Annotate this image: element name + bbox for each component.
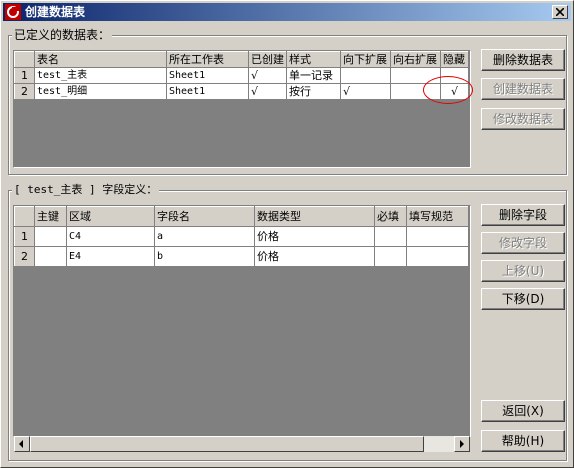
field-name-cell[interactable]: b [154, 246, 255, 267]
table-header-row: 表名 所在工作表 已创建 样式 向下扩展 向右扩展 隐藏 [14, 51, 469, 68]
rule-cell[interactable] [406, 226, 469, 247]
highlight-circle [423, 76, 473, 104]
column-header[interactable]: 填写规范 [406, 206, 469, 227]
expand-down-cell[interactable]: √ [340, 83, 391, 100]
data-type-cell[interactable]: 价格 [254, 226, 375, 247]
row-number[interactable]: 1 [14, 67, 35, 84]
corner-cell [14, 51, 35, 68]
arrow-left-icon [19, 440, 23, 448]
modify-table-button[interactable]: 修改数据表 [481, 108, 565, 130]
column-header[interactable]: 字段名 [154, 206, 255, 227]
help-button[interactable]: 帮助(H) [481, 430, 565, 452]
arrow-right-icon [460, 440, 464, 448]
column-header[interactable]: 表名 [34, 51, 167, 68]
column-header[interactable]: 已创建 [248, 51, 287, 68]
close-button[interactable] [552, 5, 568, 19]
horizontal-scrollbar[interactable] [14, 436, 470, 452]
scroll-right-button[interactable] [454, 436, 470, 452]
expand-down-cell[interactable] [340, 67, 391, 84]
row-number[interactable]: 1 [14, 226, 35, 247]
scroll-left-button[interactable] [14, 436, 30, 452]
created-cell[interactable]: √ [248, 67, 287, 84]
dialog-window: 创建数据表 已定义的数据表： 表名 所在工作表 已创建 样式 向下扩展 向右扩展… [0, 0, 574, 468]
back-button[interactable]: 返回(X) [481, 400, 565, 422]
column-header[interactable]: 区域 [66, 206, 155, 227]
area-cell[interactable]: E4 [66, 246, 155, 267]
column-header[interactable]: 隐藏 [440, 51, 469, 68]
field-name-cell[interactable]: a [154, 226, 255, 247]
created-cell[interactable]: √ [248, 83, 287, 100]
table-row[interactable]: 2 E4 b 价格 [14, 246, 469, 267]
table-header-row: 主键 区域 字段名 数据类型 必填 填写规范 [14, 206, 469, 227]
data-type-cell[interactable]: 价格 [254, 246, 375, 267]
table-name-cell[interactable]: test_明细 [34, 83, 167, 100]
table-row[interactable]: 1 test_主表 Sheet1 √ 单一记录 [14, 67, 469, 84]
row-number[interactable]: 2 [14, 83, 35, 100]
row-number[interactable]: 2 [14, 246, 35, 267]
fields-table: 主键 区域 字段名 数据类型 必填 填写规范 1 C4 a 价格 2 E4 b [14, 206, 469, 267]
table-row[interactable]: 1 C4 a 价格 [14, 226, 469, 247]
delete-table-button[interactable]: 删除数据表 [481, 49, 565, 71]
sheet-cell[interactable]: Sheet1 [166, 67, 249, 84]
modify-field-button[interactable]: 修改字段 [481, 232, 565, 254]
fields-grid[interactable]: 主键 区域 字段名 数据类型 必填 填写规范 1 C4 a 价格 2 E4 b [13, 205, 471, 437]
sheet-cell[interactable]: Sheet1 [166, 83, 249, 100]
required-cell[interactable] [374, 226, 407, 247]
table-name-cell[interactable]: test_主表 [34, 67, 167, 84]
move-up-button[interactable]: 上移(U) [481, 260, 565, 282]
pk-cell[interactable] [34, 246, 67, 267]
delete-field-button[interactable]: 删除字段 [481, 204, 565, 226]
corner-cell [14, 206, 35, 227]
column-header[interactable]: 向右扩展 [390, 51, 441, 68]
rule-cell[interactable] [406, 246, 469, 267]
scroll-thumb[interactable] [30, 436, 424, 452]
move-down-button[interactable]: 下移(D) [481, 288, 565, 310]
window-title: 创建数据表 [25, 5, 86, 19]
style-cell[interactable]: 单一记录 [286, 67, 341, 84]
defined-tables-grid[interactable]: 表名 所在工作表 已创建 样式 向下扩展 向右扩展 隐藏 1 test_主表 S… [13, 50, 471, 168]
column-header[interactable]: 向下扩展 [340, 51, 391, 68]
pk-cell[interactable] [34, 226, 67, 247]
create-table-button[interactable]: 创建数据表 [481, 78, 565, 100]
table-row[interactable]: 2 test_明细 Sheet1 √ 按行 √ √ [14, 83, 469, 100]
column-header[interactable]: 必填 [374, 206, 407, 227]
column-header[interactable]: 主键 [34, 206, 67, 227]
column-header[interactable]: 样式 [286, 51, 341, 68]
style-cell[interactable]: 按行 [286, 83, 341, 100]
defined-tables-table: 表名 所在工作表 已创建 样式 向下扩展 向右扩展 隐藏 1 test_主表 S… [14, 51, 469, 100]
fields-label: [ test_主表 ] 字段定义： [12, 183, 160, 197]
area-cell[interactable]: C4 [66, 226, 155, 247]
column-header[interactable]: 数据类型 [254, 206, 375, 227]
app-icon [5, 4, 21, 20]
required-cell[interactable] [374, 246, 407, 267]
defined-tables-label: 已定义的数据表： [12, 28, 113, 42]
column-header[interactable]: 所在工作表 [166, 51, 249, 68]
close-icon [556, 8, 564, 16]
title-bar[interactable]: 创建数据表 [3, 3, 571, 21]
